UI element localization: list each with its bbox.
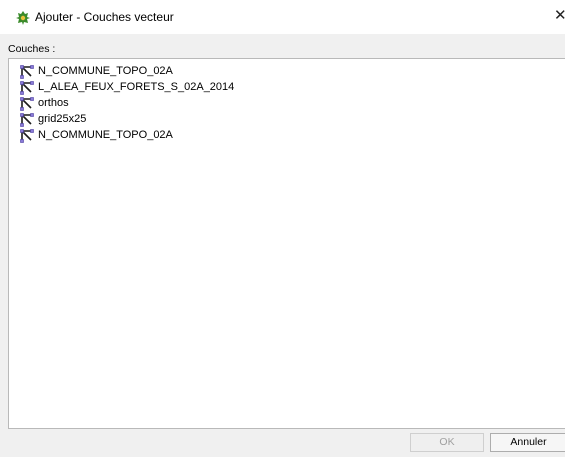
vector-polygon-icon bbox=[20, 65, 34, 79]
window-title: Ajouter - Couches vecteur bbox=[35, 10, 174, 24]
layer-name: N_COMMUNE_TOPO_02A bbox=[38, 65, 173, 77]
vector-polygon-icon bbox=[20, 97, 34, 111]
vector-polygon-icon bbox=[20, 81, 34, 95]
vector-polygon-icon bbox=[20, 113, 34, 127]
add-vector-layer-icon bbox=[16, 11, 30, 25]
layer-name: N_COMMUNE_TOPO_02A bbox=[38, 129, 173, 141]
ok-button[interactable]: OK bbox=[410, 433, 484, 452]
layer-name: L_ALEA_FEUX_FORETS_S_02A_2014 bbox=[38, 81, 235, 93]
vector-polygon-icon bbox=[20, 129, 34, 143]
close-button[interactable]: ✕ bbox=[554, 6, 565, 26]
title-bar: Ajouter - Couches vecteur ✕ bbox=[0, 0, 565, 34]
layer-name: grid25x25 bbox=[38, 113, 87, 125]
layer-list[interactable]: N_COMMUNE_TOPO_02A L_ALEA_FEUX_FORETS_S_… bbox=[8, 58, 565, 429]
layers-label: Couches : bbox=[8, 43, 56, 55]
cancel-button[interactable]: Annuler bbox=[490, 433, 565, 452]
layer-name: orthos bbox=[38, 97, 69, 109]
dialog-body: Couches : N_COMMUNE_TOPO_02A L_ALEA_FEUX… bbox=[0, 34, 565, 457]
